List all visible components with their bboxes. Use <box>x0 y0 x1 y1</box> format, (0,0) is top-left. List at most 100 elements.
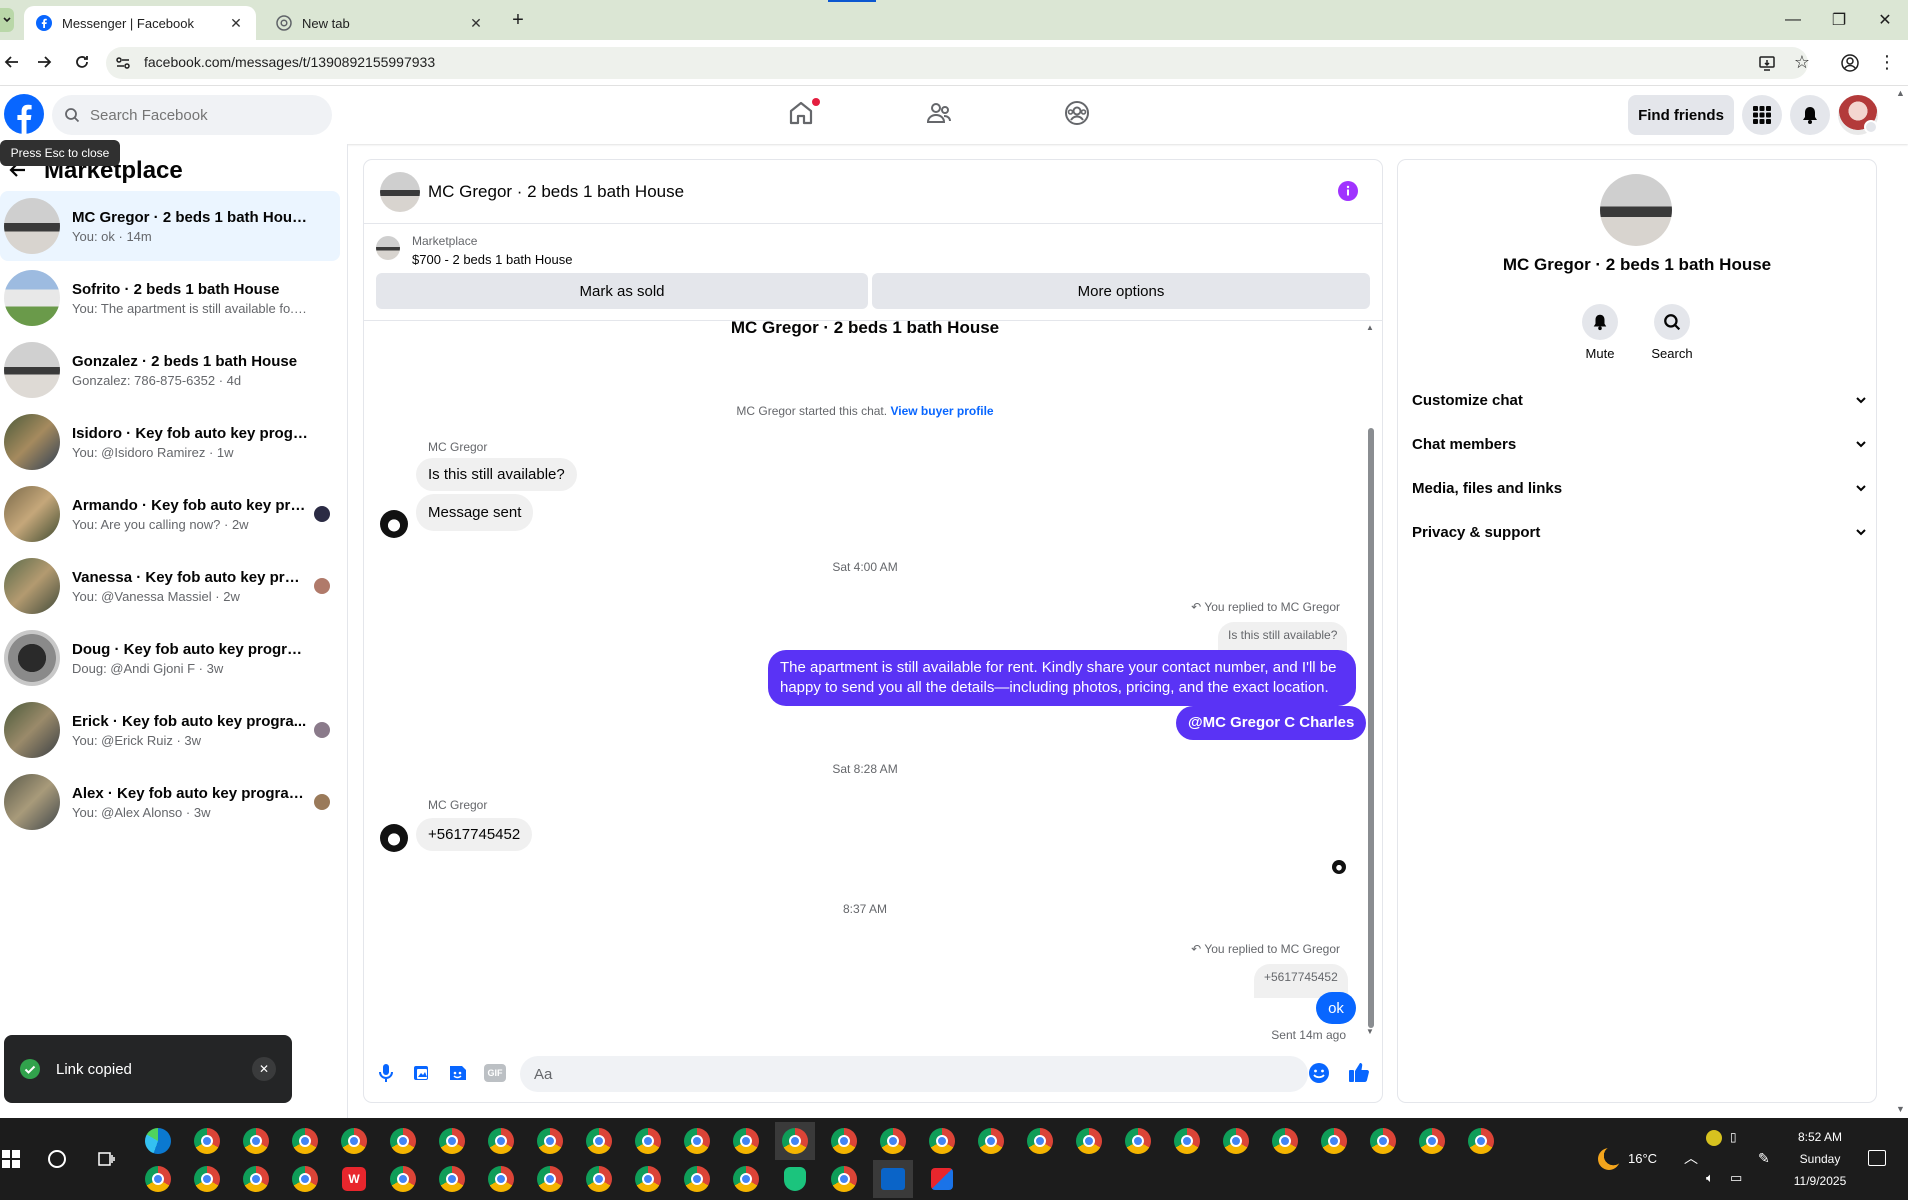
sender-avatar[interactable] <box>380 510 408 538</box>
section-privacy-support[interactable]: Privacy & support <box>1412 512 1868 552</box>
chrome-taskbar-icon[interactable] <box>1265 1122 1305 1160</box>
chrome-taskbar-icon[interactable] <box>383 1160 423 1198</box>
conversation-item[interactable]: MC Gregor · 2 beds 1 bath House You: ok ·… <box>0 191 340 261</box>
pen-icon[interactable]: ✎ <box>1758 1150 1770 1167</box>
snipping-tool-taskbar-icon[interactable] <box>922 1160 962 1198</box>
chrome-taskbar-icon[interactable] <box>1216 1122 1256 1160</box>
scroll-down-arrow[interactable]: ▼ <box>1366 1028 1374 1036</box>
install-app-icon[interactable] <box>1758 54 1776 72</box>
details-avatar[interactable] <box>1600 174 1672 246</box>
chrome-taskbar-icon[interactable] <box>481 1160 521 1198</box>
forward-button[interactable] <box>34 52 56 74</box>
chrome-taskbar-icon[interactable] <box>628 1160 668 1198</box>
outlook-taskbar-icon[interactable] <box>873 1160 913 1198</box>
menu-button[interactable] <box>1742 95 1782 135</box>
chrome-taskbar-icon[interactable] <box>1461 1122 1501 1160</box>
nav-groups-button[interactable] <box>1062 98 1096 132</box>
chrome-taskbar-icon[interactable] <box>824 1160 864 1198</box>
page-scroll-down-arrow[interactable]: ▼ <box>1896 1104 1906 1114</box>
chrome-taskbar-icon[interactable] <box>1314 1122 1354 1160</box>
chrome-taskbar-icon[interactable] <box>971 1122 1011 1160</box>
clock-day[interactable]: Sunday <box>1780 1152 1860 1166</box>
reload-button[interactable] <box>72 52 94 74</box>
voice-clip-button[interactable] <box>376 1062 396 1084</box>
tray-battery-icon[interactable]: ▯ <box>1730 1130 1737 1144</box>
chrome-taskbar-icon[interactable] <box>481 1122 521 1160</box>
section-media-files-links[interactable]: Media, files and links <box>1412 468 1868 508</box>
mark-as-sold-button[interactable]: Mark as sold <box>376 273 868 309</box>
url-text[interactable]: facebook.com/messages/t/1390892155997933 <box>144 54 435 70</box>
close-tab-icon[interactable]: ✕ <box>468 15 484 31</box>
conversation-item[interactable]: Doug · Key fob auto key program... Doug: … <box>0 623 340 693</box>
show-hidden-icons[interactable]: ︿ <box>1684 1148 1698 1168</box>
message-outgoing[interactable]: The apartment is still available for ren… <box>768 650 1356 706</box>
task-view-button[interactable] <box>96 1150 116 1168</box>
start-button[interactable] <box>0 1140 22 1178</box>
weather-moon-icon[interactable] <box>1598 1148 1620 1170</box>
message-outgoing[interactable]: ok <box>1316 992 1356 1024</box>
vpn-taskbar-icon[interactable] <box>775 1160 815 1198</box>
conversation-item[interactable]: Vanessa · Key fob auto key prog... You: @… <box>0 551 340 621</box>
chrome-taskbar-icon[interactable] <box>187 1160 227 1198</box>
chrome-taskbar-icon[interactable] <box>579 1122 619 1160</box>
sticker-button[interactable] <box>448 1062 468 1084</box>
gif-button[interactable]: GIF <box>484 1064 506 1082</box>
weather-temperature[interactable]: 16°C <box>1628 1151 1657 1166</box>
message-incoming[interactable]: +5617745452 <box>416 818 533 851</box>
info-button[interactable] <box>1338 181 1358 201</box>
browser-menu-icon[interactable]: ⋮ <box>1878 52 1896 72</box>
tab-new-tab[interactable]: New tab ✕ <box>264 6 496 40</box>
facebook-logo-icon[interactable] <box>4 94 44 134</box>
chrome-taskbar-icon[interactable] <box>432 1160 472 1198</box>
chrome-taskbar-icon[interactable] <box>187 1122 227 1160</box>
tab-search-button[interactable] <box>0 8 14 32</box>
close-window-button[interactable]: ✕ <box>1862 0 1908 40</box>
chrome-taskbar-icon[interactable] <box>824 1122 864 1160</box>
conversation-item[interactable]: Alex · Key fob auto key program... You: @… <box>0 767 340 837</box>
conversation-item[interactable]: Erick · Key fob auto key progra... You: @… <box>0 695 340 765</box>
tab-messenger[interactable]: Messenger | Facebook ✕ <box>24 6 256 40</box>
restore-button[interactable]: ❐ <box>1816 0 1862 40</box>
message-outgoing-mention[interactable]: @MC Gregor C Charles <box>1176 706 1367 740</box>
message-input[interactable]: Aa <box>520 1056 1308 1092</box>
chrome-taskbar-icon[interactable] <box>383 1122 423 1160</box>
speaker-icon[interactable]: 🔈︎ <box>1706 1170 1714 1186</box>
conversation-item[interactable]: Armando · Key fob auto key pro... You: Ar… <box>0 479 340 549</box>
attach-photo-button[interactable] <box>412 1062 432 1084</box>
back-button[interactable] <box>2 52 24 74</box>
edge-taskbar-icon[interactable] <box>138 1122 178 1160</box>
clock-time[interactable]: 8:52 AM <box>1780 1130 1860 1144</box>
chrome-taskbar-icon[interactable] <box>334 1122 374 1160</box>
notification-center-icon[interactable] <box>1868 1150 1886 1166</box>
chrome-taskbar-icon[interactable] <box>628 1122 668 1160</box>
minimize-button[interactable]: — <box>1770 0 1816 40</box>
chrome-taskbar-icon[interactable] <box>579 1160 619 1198</box>
chrome-taskbar-icon[interactable] <box>236 1160 276 1198</box>
clock-date[interactable]: 11/9/2025 <box>1780 1174 1860 1188</box>
chrome-taskbar-icon[interactable] <box>677 1122 717 1160</box>
chrome-taskbar-icon[interactable] <box>677 1160 717 1198</box>
conversation-item[interactable]: Sofrito · 2 beds 1 bath House You: The ap… <box>0 263 340 333</box>
chrome-taskbar-icon[interactable] <box>1118 1122 1158 1160</box>
find-friends-button[interactable]: Find friends <box>1628 95 1734 135</box>
emoji-button[interactable] <box>1308 1062 1330 1084</box>
chrome-taskbar-icon[interactable] <box>1363 1122 1403 1160</box>
chrome-taskbar-icon[interactable] <box>1020 1122 1060 1160</box>
conversation-item[interactable]: Isidoro · Key fob auto key progra... You:… <box>0 407 340 477</box>
network-icon[interactable]: ▭ <box>1730 1170 1742 1186</box>
close-tab-icon[interactable]: ✕ <box>228 15 244 31</box>
mute-button[interactable]: Mute <box>1582 304 1618 364</box>
site-info-icon[interactable] <box>114 54 132 72</box>
nav-friends-button[interactable] <box>924 98 958 132</box>
notifications-button[interactable] <box>1790 95 1830 135</box>
chrome-taskbar-icon[interactable] <box>775 1122 815 1160</box>
listing-thumbnail[interactable] <box>376 236 400 260</box>
scrollbar-thumb[interactable] <box>1368 428 1374 1028</box>
search-input[interactable] <box>88 105 308 125</box>
chrome-taskbar-icon[interactable] <box>530 1160 570 1198</box>
search-circle-button[interactable] <box>48 1150 66 1168</box>
chrome-taskbar-icon[interactable] <box>530 1122 570 1160</box>
like-button[interactable] <box>1348 1060 1370 1084</box>
message-incoming[interactable]: Message sent <box>416 494 534 531</box>
toast-close-button[interactable]: ✕ <box>252 1057 276 1081</box>
